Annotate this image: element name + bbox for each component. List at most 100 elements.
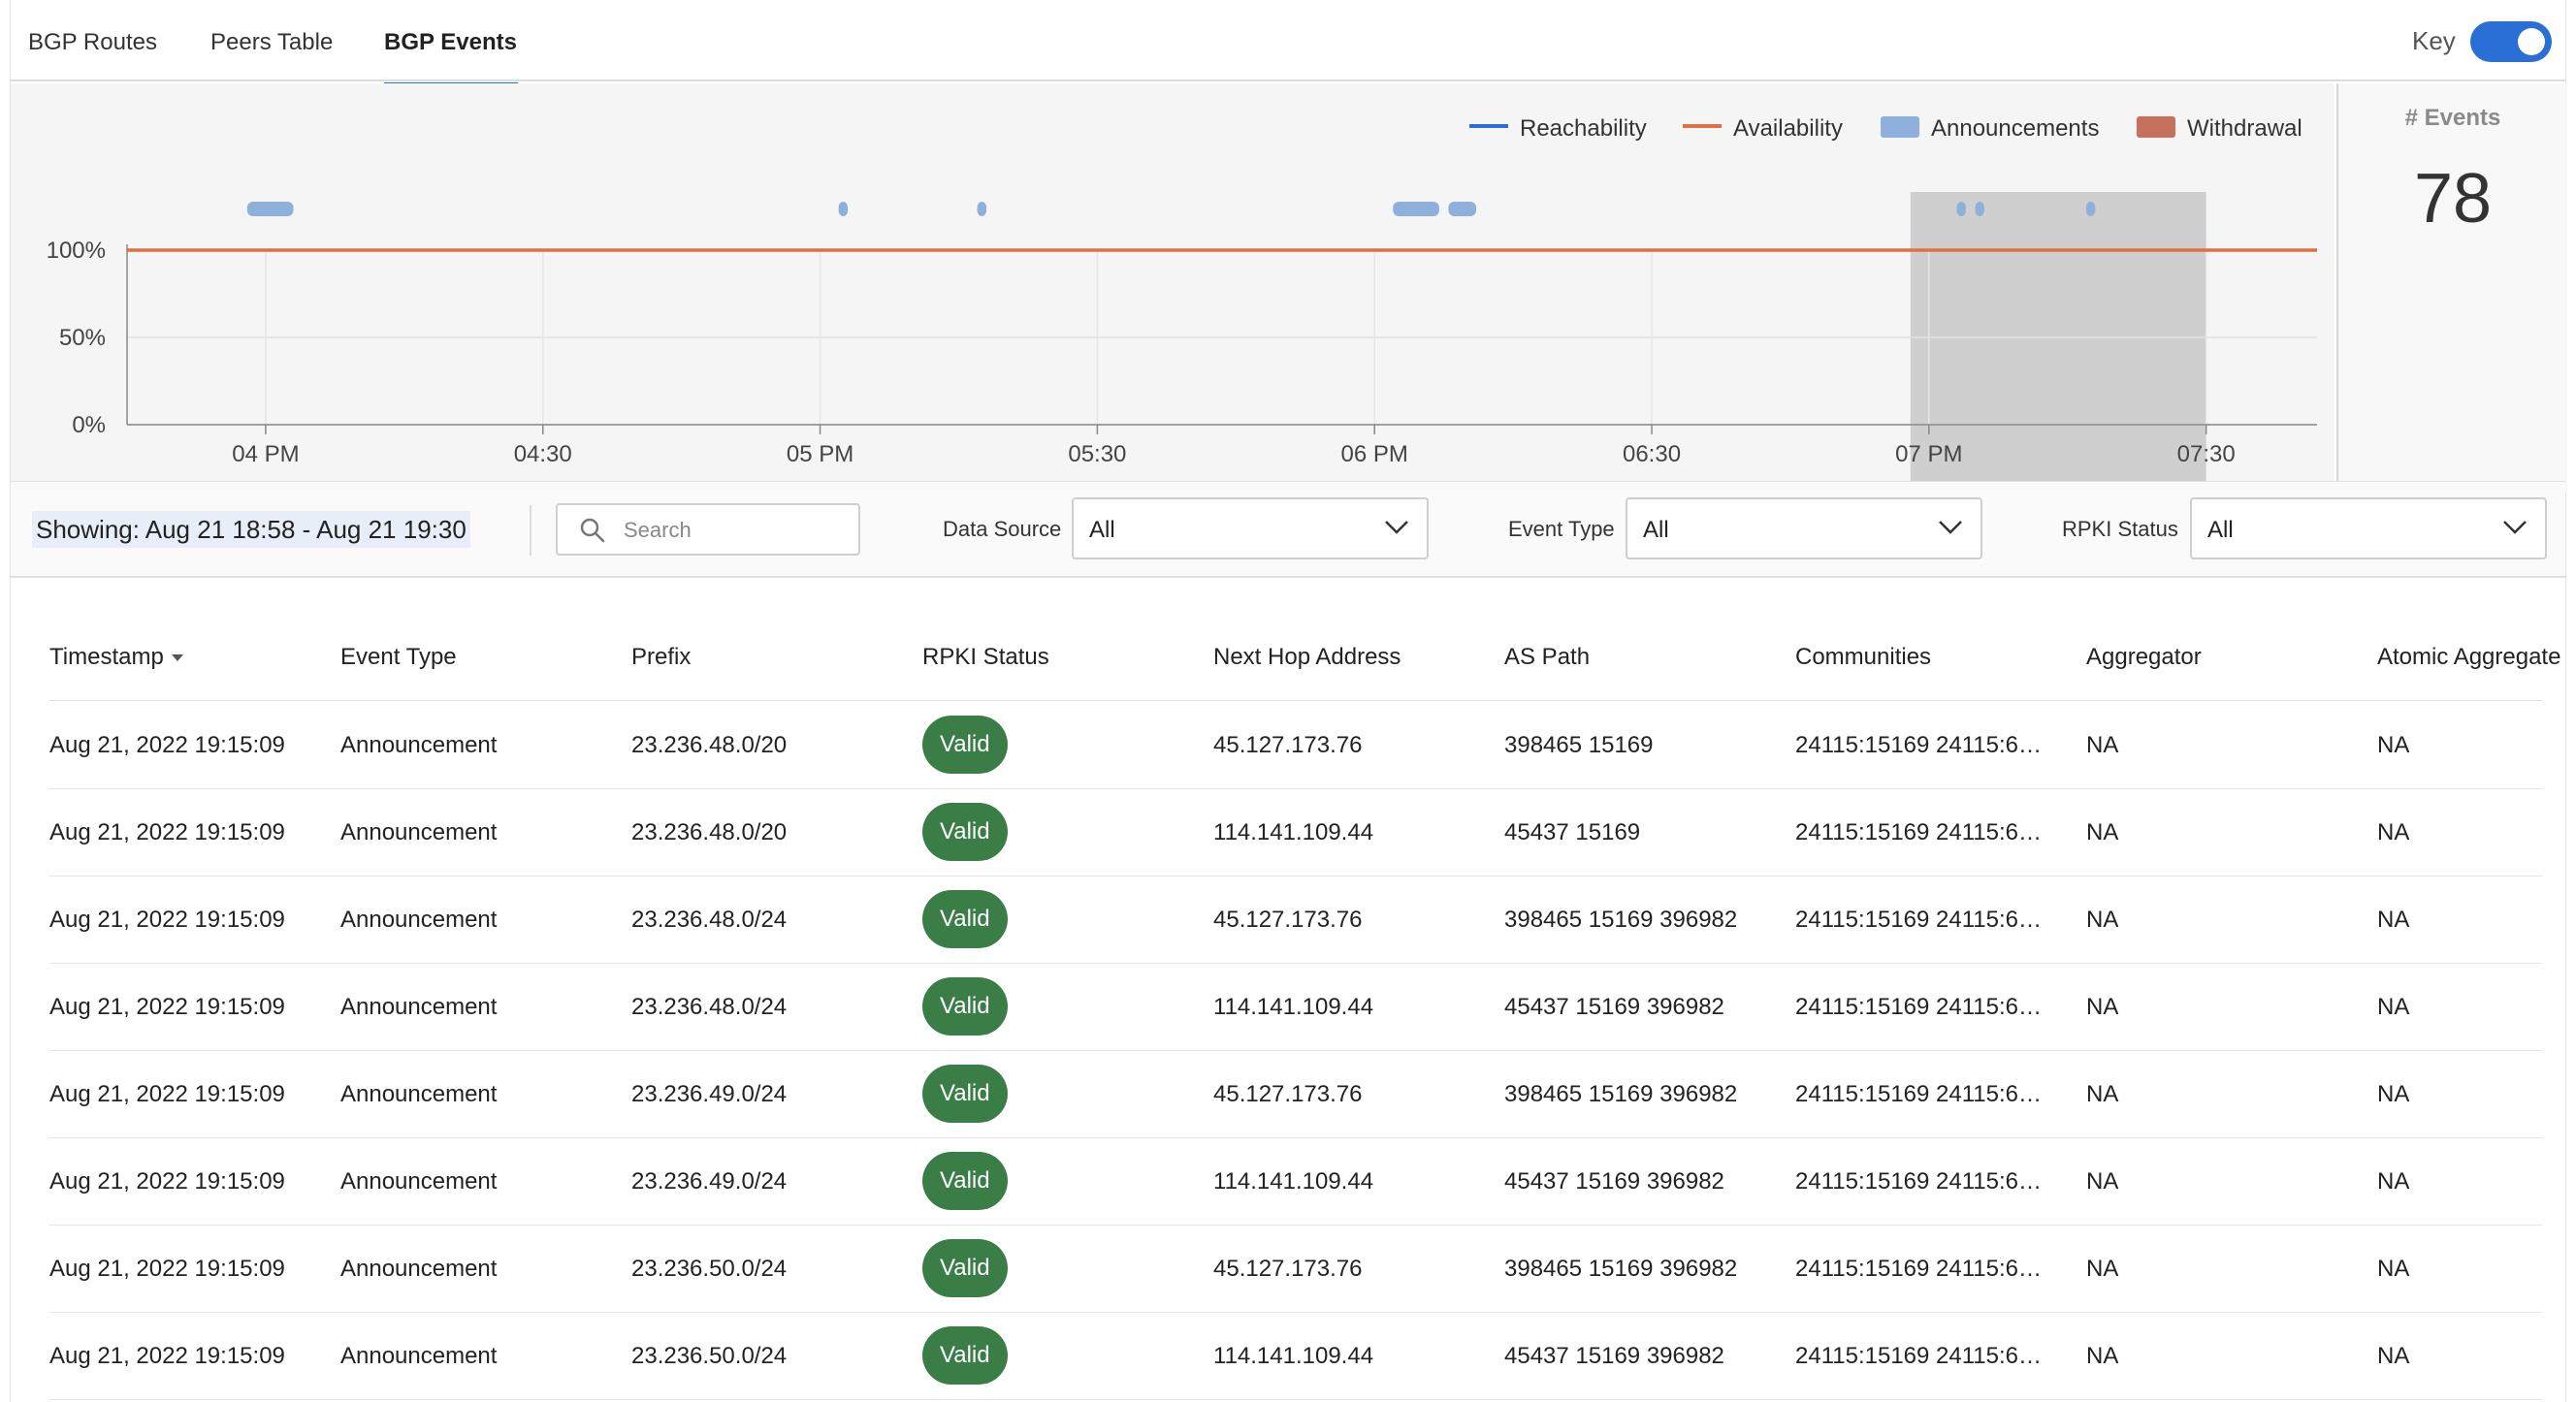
- filter-divider: [530, 505, 531, 556]
- selection-range: [1910, 192, 2206, 481]
- cell-prefix: 23.236.49.0/24: [631, 1081, 788, 1107]
- cell-atomic-aggregate: NA: [2377, 907, 2410, 933]
- cell-aggregator: NA: [2086, 994, 2119, 1020]
- cell-event-type: Announcement: [340, 1343, 498, 1369]
- cell-timestamp: Aug 21, 2022 19:15:09: [49, 907, 285, 933]
- rpki-status-value: All: [2207, 517, 2234, 543]
- column-header-communities[interactable]: Communities: [1795, 644, 1931, 671]
- cell-event-type: Announcement: [340, 994, 498, 1020]
- rpki-status-badge: Valid: [922, 1326, 1008, 1385]
- column-header-next-hop[interactable]: Next Hop Address: [1213, 644, 1401, 671]
- cell-atomic-aggregate: NA: [2377, 1081, 2410, 1107]
- cell-timestamp: Aug 21, 2022 19:15:09: [49, 1081, 285, 1107]
- cell-event-type: Announcement: [340, 1168, 498, 1195]
- cell-communities: 24115:15169 24115:65019: [1795, 1256, 2047, 1282]
- cell-atomic-aggregate: NA: [2377, 1168, 2410, 1195]
- cell-aggregator: NA: [2086, 1168, 2119, 1195]
- cell-next-hop: 45.127.173.76: [1213, 1256, 1363, 1282]
- event-type-select[interactable]: All: [1626, 497, 1982, 559]
- events-count-value: 78: [2413, 160, 2493, 238]
- rpki-status-badge: Valid: [922, 1152, 1008, 1210]
- column-header-as-path[interactable]: AS Path: [1504, 644, 1590, 671]
- filter-bar: Showing: Aug 21 18:58 - Aug 21 19:30 Dat…: [11, 481, 2565, 578]
- cell-atomic-aggregate: NA: [2377, 1343, 2410, 1369]
- data-source-select[interactable]: All: [1072, 497, 1429, 559]
- x-tick-label: 04:30: [514, 441, 572, 467]
- column-header-timestamp[interactable]: Timestamp: [49, 644, 183, 671]
- event-type-label: Event Type: [1508, 517, 1615, 541]
- legend-swatch-announcements: [1881, 116, 1919, 138]
- cell-aggregator: NA: [2086, 819, 2119, 845]
- table-row[interactable]: Aug 21, 2022 19:15:09 Announcement 23.236.…: [49, 789, 2542, 876]
- cell-aggregator: NA: [2086, 1081, 2119, 1107]
- table-row[interactable]: Aug 21, 2022 19:15:09 Announcement 23.236.…: [49, 1313, 2542, 1400]
- key-toggle-label: Key: [2412, 26, 2456, 55]
- table-row[interactable]: Aug 21, 2022 19:15:09 Announcement 23.236.…: [49, 1051, 2542, 1138]
- table-row[interactable]: Aug 21, 2022 19:15:09 Announcement 23.236.…: [49, 876, 2542, 964]
- column-header-event-type[interactable]: Event Type: [340, 644, 457, 671]
- announcement-event-marker: [1393, 202, 1439, 216]
- search-box[interactable]: [556, 503, 860, 556]
- cell-aggregator: NA: [2086, 1343, 2119, 1369]
- announcement-event-marker: [1448, 202, 1477, 216]
- table-row[interactable]: Aug 21, 2022 19:15:09 Announcement 23.236.…: [49, 1138, 2542, 1226]
- cell-prefix: 23.236.48.0/20: [631, 819, 788, 845]
- events-timeline-chart[interactable]: 0% 50% 100% 04 PM 04:30 05 PM 05:30 06 PM 06:30 0…: [11, 83, 2334, 481]
- table-row[interactable]: Aug 21, 2022 19:15:09 Announcement 23.236.…: [49, 1226, 2542, 1313]
- search-input[interactable]: [622, 515, 849, 546]
- x-tick-label: 06 PM: [1341, 441, 1408, 467]
- key-toggle[interactable]: [2470, 21, 2552, 62]
- cell-prefix: 23.236.48.0/20: [631, 732, 788, 758]
- legend-label-reachability: Reachability: [1520, 115, 1647, 142]
- cell-next-hop: 45.127.173.76: [1213, 732, 1363, 758]
- tab-bgp-routes[interactable]: BGP Routes: [28, 29, 157, 56]
- toggle-knob: [2518, 28, 2545, 55]
- table-row[interactable]: Aug 21, 2022 19:15:09 Announcement 23.236.…: [49, 702, 2542, 789]
- column-header-prefix[interactable]: Prefix: [631, 644, 691, 671]
- legend-label-availability: Availability: [1733, 115, 1843, 142]
- cell-as-path: 398465 15169 396982: [1504, 907, 1738, 933]
- rpki-status-badge: Valid: [922, 1239, 1008, 1297]
- cell-timestamp: Aug 21, 2022 19:15:09: [49, 994, 285, 1020]
- announcement-event-marker: [977, 202, 987, 216]
- cell-communities: 24115:15169 24115:65019: [1795, 732, 2047, 758]
- x-tick-label: 07 PM: [1895, 441, 1962, 467]
- announcement-event-marker: [1975, 202, 1985, 216]
- x-tick-label: 05 PM: [787, 441, 853, 467]
- rpki-status-badge: Valid: [922, 890, 1008, 948]
- cell-communities: 24115:15169 24115:65019: [1795, 1081, 2047, 1107]
- cell-next-hop: 114.141.109.44: [1213, 1343, 1374, 1369]
- cell-communities: 24115:15169 24115:65019: [1795, 1343, 2047, 1369]
- rpki-status-select[interactable]: All: [2190, 497, 2547, 559]
- cell-next-hop: 114.141.109.44: [1213, 819, 1374, 845]
- x-tick-label: 06:30: [1623, 441, 1681, 467]
- y-tick-label: 100%: [47, 238, 106, 264]
- cell-aggregator: NA: [2086, 907, 2119, 933]
- event-type-value: All: [1643, 517, 1669, 543]
- announcement-event-marker: [2085, 202, 2096, 216]
- cell-as-path: 45437 15169 396982: [1504, 1168, 1724, 1195]
- sort-desc-icon[interactable]: [171, 654, 183, 662]
- legend-swatch-withdrawal: [2137, 116, 2175, 138]
- cell-as-path: 45437 15169 396982: [1504, 994, 1724, 1020]
- cell-atomic-aggregate: NA: [2377, 732, 2410, 758]
- tab-peers-table[interactable]: Peers Table: [210, 29, 333, 56]
- column-header-aggregator[interactable]: Aggregator: [2086, 644, 2202, 671]
- tab-bgp-events[interactable]: BGP Events: [384, 29, 517, 56]
- table-header-divider: [49, 700, 2542, 701]
- x-tick-label: 07:30: [2177, 441, 2236, 467]
- column-header-rpki-status[interactable]: RPKI Status: [922, 644, 1049, 671]
- column-header-label: Timestamp: [49, 644, 164, 670]
- cell-timestamp: Aug 21, 2022 19:15:09: [49, 1343, 285, 1369]
- events-count-panel: # Events 78: [2336, 83, 2567, 493]
- rpki-status-label: RPKI Status: [2062, 517, 2178, 541]
- chevron-down-icon: [1385, 521, 1408, 534]
- cell-communities: 24115:15169 24115:65019: [1795, 907, 2047, 933]
- column-header-atomic-aggregate[interactable]: Atomic Aggregate: [2377, 644, 2560, 671]
- cell-timestamp: Aug 21, 2022 19:15:09: [49, 732, 285, 758]
- y-tick-label: 0%: [72, 412, 106, 438]
- table-row[interactable]: Aug 21, 2022 19:15:09 Announcement 23.236.…: [49, 964, 2542, 1051]
- cell-timestamp: Aug 21, 2022 19:15:09: [49, 1256, 285, 1282]
- cell-event-type: Announcement: [340, 732, 498, 758]
- time-range-label: Showing: Aug 21 18:58 - Aug 21 19:30: [32, 511, 470, 548]
